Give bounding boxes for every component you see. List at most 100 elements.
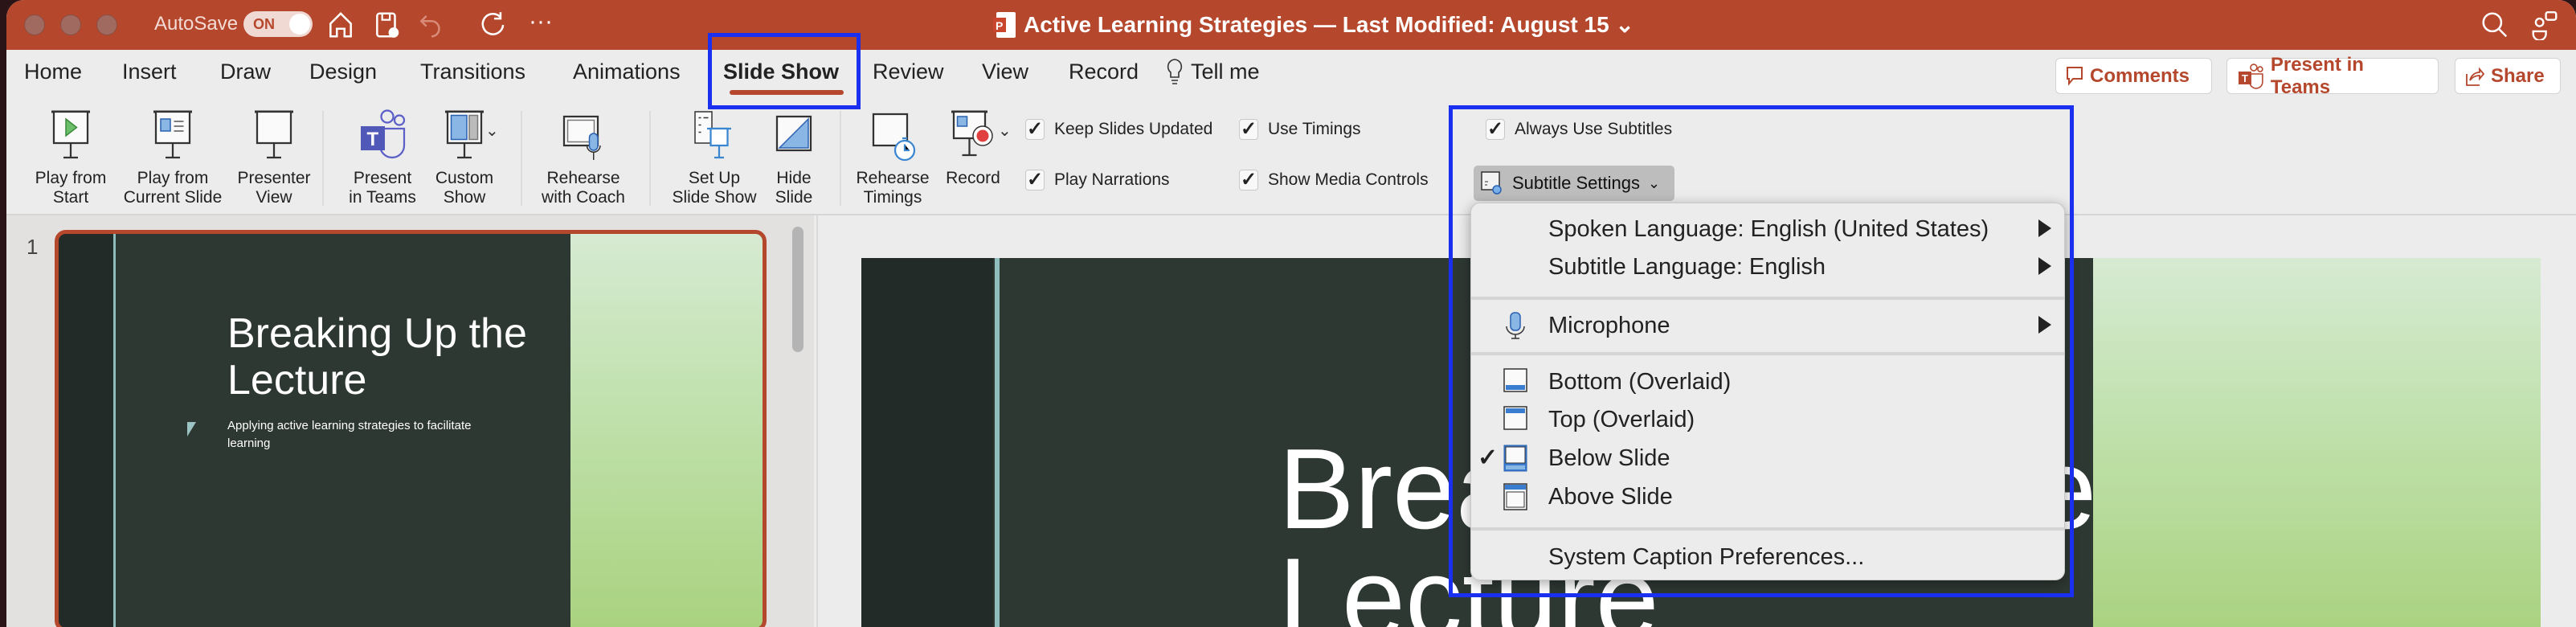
document-title[interactable]: Active Learning Strategies — Last Modifi… (1024, 11, 1634, 38)
tab-draw[interactable]: Draw (220, 59, 271, 84)
play-from-start-icon (51, 110, 90, 159)
label-line-2: Current Slide (123, 188, 223, 207)
tab-home[interactable]: Home (24, 59, 82, 84)
checkbox-label: Keep Slides Updated (1054, 120, 1213, 138)
rehearse-with-coach-button[interactable]: Rehearse with Coach (535, 109, 632, 207)
present-in-teams-ribbon-button[interactable]: T Present in Teams (340, 109, 425, 207)
subtitle-line-1: Applying active learning strategies to f… (227, 419, 472, 432)
title-line-2: Lecture (227, 357, 367, 404)
checkbox-label: Play Narrations (1054, 170, 1170, 189)
present-in-teams-label: Present in Teams (2270, 53, 2364, 98)
subtitle-line-2: learning (227, 436, 271, 450)
record-chevron-icon[interactable]: ⌄ (998, 121, 1012, 141)
thumbnail-title: Breaking Up the Lecture (227, 310, 527, 404)
comments-label: Comments (2090, 64, 2190, 87)
custom-show-icon (445, 110, 484, 159)
tab-record[interactable]: Record (1069, 59, 1139, 84)
show-media-controls-checkbox[interactable]: ✓ Show Media Controls (1239, 170, 1429, 191)
minimize-window-button[interactable] (60, 14, 81, 35)
slide-green-panel (570, 234, 763, 627)
share-button[interactable]: Share (2455, 58, 2561, 94)
comment-icon (2067, 66, 2083, 86)
slide-thumbnail-1[interactable]: Breaking Up the Lecture Applying active l… (55, 230, 767, 627)
label-line-1: Hide (776, 169, 812, 187)
tab-animations[interactable]: Animations (573, 59, 681, 84)
slide-show-tab-highlight (708, 33, 861, 109)
collaborate-icon[interactable] (2529, 10, 2560, 40)
use-timings-checkbox[interactable]: ✓ Use Timings (1239, 119, 1361, 140)
rehearse-coach-icon (562, 115, 601, 160)
rehearse-timings-icon (872, 113, 916, 162)
share-label: Share (2491, 64, 2545, 87)
label-line-2: Show (443, 188, 486, 207)
set-up-slide-show-button[interactable]: Set Up Slide Show (667, 109, 762, 207)
autosave-label: AutoSave (154, 13, 239, 35)
checkbox-checked-icon: ✓ (1239, 169, 1258, 191)
comments-button[interactable]: Comments (2055, 58, 2212, 94)
label-line-1: Present (353, 169, 412, 187)
ribbon-divider (840, 111, 841, 206)
svg-text:T: T (367, 129, 379, 150)
label-line-1: Set Up (688, 169, 741, 187)
tell-me-search[interactable]: Tell me (1191, 59, 1260, 84)
redo-icon[interactable] (479, 10, 509, 40)
undo-icon[interactable] (416, 10, 447, 40)
label-line-1: Rehearse (856, 169, 930, 187)
ribbon-divider (322, 111, 324, 206)
record-label: Record (946, 169, 1000, 187)
slide-green-panel (2093, 258, 2541, 627)
label-line-1: Play from (35, 169, 107, 187)
ribbon-divider (649, 111, 651, 206)
checkbox-checked-icon: ✓ (1025, 169, 1045, 191)
svg-text:P: P (996, 19, 1003, 32)
label-line-2: Timings (863, 188, 922, 207)
lightbulb-icon (1167, 59, 1183, 84)
save-icon[interactable] (372, 10, 403, 40)
autosave-toggle[interactable]: ON (243, 11, 313, 37)
play-narrations-checkbox[interactable]: ✓ Play Narrations (1025, 170, 1170, 191)
record-icon (951, 110, 993, 157)
zoom-window-button[interactable] (96, 14, 117, 35)
teams-icon: T (2238, 63, 2263, 89)
presenter-view-button[interactable]: Presenter View (227, 109, 321, 207)
play-from-current-slide-button[interactable]: Play from Current Slide (112, 109, 233, 207)
slide-left-strip (861, 258, 993, 627)
slide-accent-line (995, 258, 1000, 627)
tab-insert[interactable]: Insert (122, 59, 177, 84)
keep-slides-updated-checkbox[interactable]: ✓ Keep Slides Updated (1025, 119, 1212, 140)
tab-view[interactable]: View (982, 59, 1028, 84)
hide-slide-button[interactable]: Hide Slide (766, 109, 822, 207)
label-line-1: Rehearse (546, 169, 620, 187)
tab-review[interactable]: Review (873, 59, 944, 84)
home-icon[interactable] (325, 10, 356, 40)
thumbnail-subtitle: Applying active learning strategies to f… (227, 417, 472, 453)
hide-slide-icon (775, 115, 812, 152)
bullet-icon (187, 422, 196, 436)
checkbox-checked-icon: ✓ (1239, 118, 1258, 140)
document-title-text: Active Learning Strategies — Last Modifi… (1024, 12, 1609, 37)
label-line-2: Slide (775, 188, 813, 207)
slide-left-strip (59, 234, 113, 627)
label-line-2: Slide Show (672, 188, 757, 207)
tab-transitions[interactable]: Transitions (420, 59, 525, 84)
powerpoint-window: AutoSave ON ··· P Active Learning Strate… (6, 0, 2576, 627)
close-window-button[interactable] (24, 14, 45, 35)
subtitle-settings-highlight (1449, 105, 2074, 597)
rehearse-timings-button[interactable]: Rehearse Timings (850, 109, 935, 207)
label-line-1: Custom (435, 169, 494, 187)
present-in-teams-button[interactable]: T Present in Teams (2226, 54, 2439, 98)
powerpoint-doc-icon: P (993, 12, 1016, 38)
teams-icon: T (361, 109, 406, 159)
set-up-icon (694, 111, 731, 159)
search-icon[interactable] (2480, 10, 2510, 40)
label-line-2: Start (52, 188, 89, 207)
label-line-2: in Teams (349, 188, 416, 207)
more-icon[interactable]: ··· (529, 8, 553, 35)
tab-design[interactable]: Design (309, 59, 377, 84)
thumbnail-scrollbar[interactable] (792, 227, 803, 352)
custom-show-chevron-icon[interactable]: ⌄ (485, 121, 499, 141)
checkbox-checked-icon: ✓ (1025, 118, 1045, 140)
label-line-1: Presenter (237, 169, 311, 187)
play-from-start-button[interactable]: Play from Start (19, 109, 122, 207)
title-bar: AutoSave ON ··· P Active Learning Strate… (6, 0, 2576, 50)
